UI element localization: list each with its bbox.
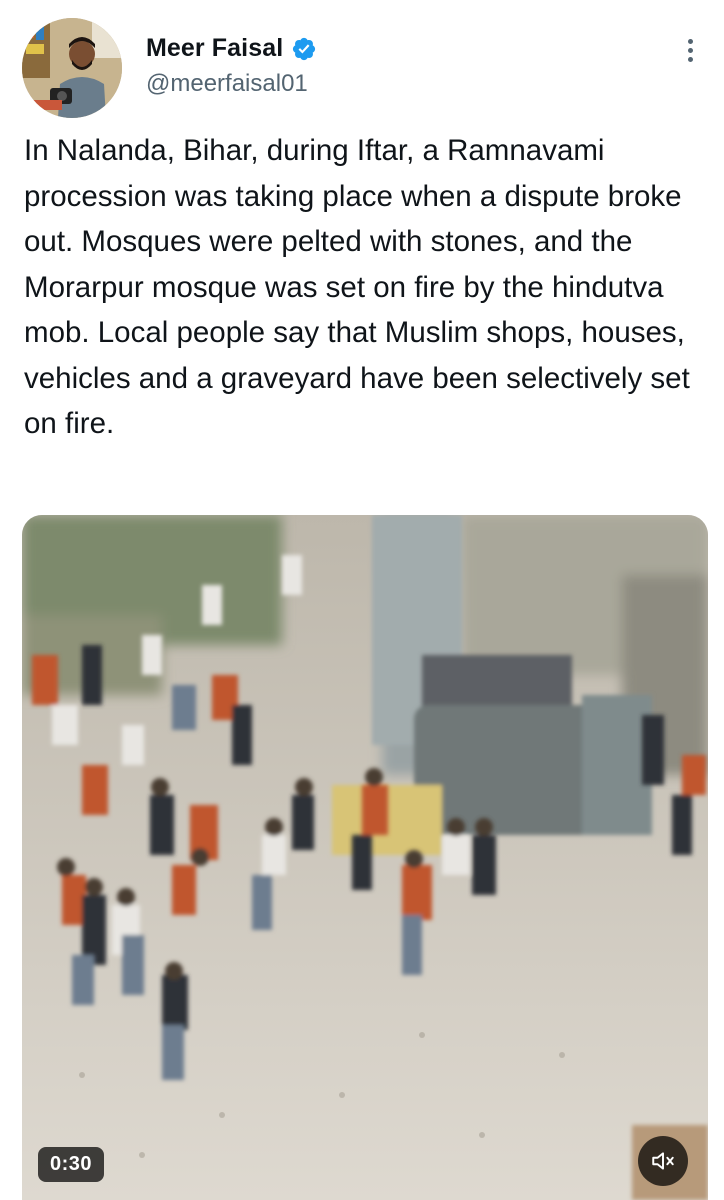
speaker-muted-glyph <box>652 1152 674 1170</box>
more-dot <box>687 47 693 53</box>
tweet-card: Meer Faisal @meerfaisal01 In Nalanda, Bi… <box>0 0 724 1200</box>
video-player[interactable]: 0:30 <box>22 515 708 1200</box>
author-name-row[interactable]: Meer Faisal <box>146 34 317 63</box>
more-dot <box>687 38 693 44</box>
video-frame <box>22 515 708 1200</box>
speaker-muted-icon[interactable] <box>638 1136 688 1186</box>
verified-badge-icon <box>293 37 316 60</box>
more-dot <box>687 56 693 62</box>
author-handle[interactable]: @meerfaisal01 <box>146 70 308 98</box>
display-name[interactable]: Meer Faisal <box>146 34 283 63</box>
avatar[interactable] <box>22 18 122 118</box>
more-options-icon[interactable] <box>676 32 704 68</box>
video-duration: 0:30 <box>38 1147 105 1182</box>
tweet-text: In Nalanda, Bihar, during Iftar, a Ramna… <box>24 134 690 440</box>
